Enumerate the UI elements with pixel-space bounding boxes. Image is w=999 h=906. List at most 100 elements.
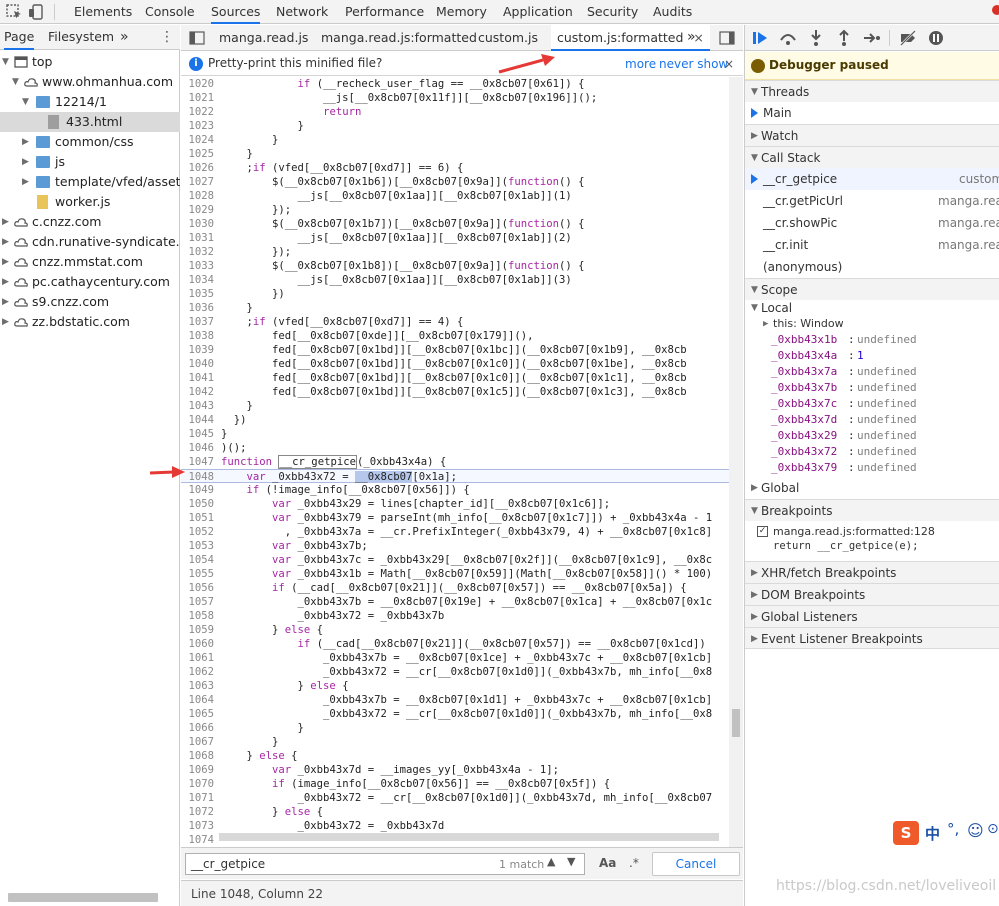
- tab-audits[interactable]: Audits: [653, 0, 692, 24]
- line-number[interactable]: 1042: [181, 385, 214, 399]
- code-line[interactable]: 1058 _0xbb43x72 = _0xbb43x7b: [181, 609, 729, 623]
- scope-variable[interactable]: _0xbb43x29: undefined: [745, 428, 999, 444]
- code-line[interactable]: 1031 __js[__0x8cb07[0x1aa]][__0x8cb07[0x…: [181, 231, 729, 245]
- call-frame[interactable]: (anonymous): [745, 256, 999, 278]
- chevron-right-icon[interactable]: ▶: [2, 252, 12, 272]
- step-over-icon[interactable]: [779, 29, 797, 47]
- line-number[interactable]: 1058: [181, 609, 214, 623]
- code-line[interactable]: 1064 _0xbb43x7b = __0x8cb07[0x1d1] + _0x…: [181, 693, 729, 707]
- line-number[interactable]: 1053: [181, 539, 214, 553]
- tab-page[interactable]: Page: [4, 25, 35, 50]
- code-line[interactable]: 1060 if (__cad[__0x8cb07[0x21]](__0x8cb0…: [181, 637, 729, 651]
- line-number[interactable]: 1026: [181, 161, 214, 175]
- code-line[interactable]: 1036 }: [181, 301, 729, 315]
- line-number[interactable]: 1034: [181, 273, 214, 287]
- line-number[interactable]: 1029: [181, 203, 214, 217]
- line-number[interactable]: 1040: [181, 357, 214, 371]
- scope-variable[interactable]: _0xbb43x7a: undefined: [745, 364, 999, 380]
- line-number[interactable]: 1061: [181, 651, 214, 665]
- scope-variable[interactable]: _0xbb43x72: undefined: [745, 444, 999, 460]
- ime-chinese-mode[interactable]: 中: [925, 823, 940, 844]
- code-line[interactable]: 1040 fed[__0x8cb07[0x1bd]][__0x8cb07[0x1…: [181, 357, 729, 371]
- section-call-stack[interactable]: ▼ Call Stack: [745, 146, 999, 168]
- chevron-down-icon[interactable]: ▼: [22, 92, 32, 112]
- code-line[interactable]: 1039 fed[__0x8cb07[0x1bd]][__0x8cb07[0x1…: [181, 343, 729, 357]
- code-line[interactable]: 1029 });: [181, 203, 729, 217]
- scope-variable[interactable]: _0xbb43x7b: undefined: [745, 380, 999, 396]
- tab-filesystem[interactable]: Filesystem: [48, 25, 114, 50]
- chevron-right-icon[interactable]: ▶: [2, 312, 12, 332]
- line-number[interactable]: 1035: [181, 287, 214, 301]
- scope-variable[interactable]: _0xbb43x79: undefined: [745, 460, 999, 476]
- section-event-listener-breakpoints[interactable]: ▶ Event Listener Breakpoints: [745, 627, 999, 649]
- file-tab[interactable]: manga.read.js:formatted: [321, 25, 477, 51]
- code-line[interactable]: 1051 var _0xbb43x79 = parseInt(mh_info[_…: [181, 511, 729, 525]
- line-number[interactable]: 1065: [181, 707, 214, 721]
- tree-item-domain[interactable]: ▶ cdn.runative-syndicate.com: [0, 232, 180, 252]
- line-number[interactable]: 1060: [181, 637, 214, 651]
- scope-variable[interactable]: _0xbb43x7d: undefined: [745, 412, 999, 428]
- deactivate-breakpoints-icon[interactable]: [899, 29, 917, 47]
- tree-item-domain[interactable]: ▶ s9.cnzz.com: [0, 292, 180, 312]
- line-number[interactable]: 1046: [181, 441, 214, 455]
- code-line[interactable]: 1061 _0xbb43x7b = __0x8cb07[0x1ce] + _0x…: [181, 651, 729, 665]
- line-number[interactable]: 1023: [181, 119, 214, 133]
- code-line[interactable]: 1053 var _0xbb43x7b;: [181, 539, 729, 553]
- code-line[interactable]: 1020 if (__recheck_user_flag == __0x8cb0…: [181, 77, 729, 91]
- code-line[interactable]: 1052 , _0xbb43x7a = __cr.PrefixInteger(_…: [181, 525, 729, 539]
- resume-icon[interactable]: [751, 29, 769, 47]
- tree-item-folder[interactable]: ▼ 12214/1: [0, 92, 180, 112]
- code-line[interactable]: 1023 }: [181, 119, 729, 133]
- code-line[interactable]: 1065 _0xbb43x72 = __cr[__0x8cb07[0x1d0]]…: [181, 707, 729, 721]
- chevron-right-icon[interactable]: ▶: [2, 272, 12, 292]
- code-line[interactable]: 1049 if (!image_info[__0x8cb07[0x56]]) {: [181, 483, 729, 497]
- line-number[interactable]: 1054: [181, 553, 214, 567]
- line-number[interactable]: 1055: [181, 567, 214, 581]
- line-number[interactable]: 1070: [181, 777, 214, 791]
- section-breakpoints[interactable]: ▼ Breakpoints: [745, 499, 999, 521]
- more-link[interactable]: more: [625, 57, 656, 71]
- code-line[interactable]: 1025 }: [181, 147, 729, 161]
- file-tab[interactable]: manga.read.js: [219, 25, 308, 51]
- code-line[interactable]: 1056 if (__cad[__0x8cb07[0x21]](__0x8cb0…: [181, 581, 729, 595]
- code-line[interactable]: 1043 }: [181, 399, 729, 413]
- code-line[interactable]: 1027 $(__0x8cb07[0x1b6])[__0x8cb07[0x9a]…: [181, 175, 729, 189]
- chevron-right-icon[interactable]: ▶: [22, 132, 32, 152]
- breakpoint-checkbox[interactable]: ✓: [757, 526, 768, 537]
- line-number[interactable]: 1057: [181, 595, 214, 609]
- line-number[interactable]: 1066: [181, 721, 214, 735]
- tab-security[interactable]: Security: [587, 0, 638, 24]
- line-number[interactable]: 1059: [181, 623, 214, 637]
- tree-item-folder[interactable]: ▶ js: [0, 152, 180, 172]
- line-number[interactable]: 1056: [181, 581, 214, 595]
- ime-toolbar[interactable]: S 中 °, ☺ ⊙: [893, 820, 999, 846]
- call-frame[interactable]: __cr.getPicUrl manga.read.js:formatted:12…: [745, 190, 999, 212]
- code-line[interactable]: 1045}: [181, 427, 729, 441]
- code-line[interactable]: 1028 __js[__0x8cb07[0x1aa]][__0x8cb07[0x…: [181, 189, 729, 203]
- chevron-right-icon[interactable]: ▶: [22, 152, 32, 172]
- code-line[interactable]: 1038 fed[__0x8cb07[0xde]][__0x8cb07[0x17…: [181, 329, 729, 343]
- code-line[interactable]: 1067 }: [181, 735, 729, 749]
- tree-item-file-selected[interactable]: 433.html: [0, 112, 180, 132]
- scope-global[interactable]: ▶ Global: [745, 477, 999, 499]
- line-number[interactable]: 1068: [181, 749, 214, 763]
- line-number[interactable]: 1072: [181, 805, 214, 819]
- line-number[interactable]: 1038: [181, 329, 214, 343]
- code-line[interactable]: 1042 fed[__0x8cb07[0x1bd]][__0x8cb07[0x1…: [181, 385, 729, 399]
- more-tabs-button[interactable]: »: [687, 25, 696, 51]
- call-frame[interactable]: __cr.init manga.read.js:formatted:21: [745, 234, 999, 256]
- vertical-scrollbar[interactable]: [729, 77, 743, 857]
- line-number[interactable]: 1067: [181, 735, 214, 749]
- line-number[interactable]: 1045: [181, 427, 214, 441]
- horizontal-scrollbar[interactable]: [8, 893, 158, 902]
- code-editor[interactable]: 1020 if (__recheck_user_flag == __0x8cb0…: [181, 77, 729, 857]
- code-line[interactable]: 1024 }: [181, 133, 729, 147]
- prev-match-icon[interactable]: ▲: [547, 855, 555, 868]
- scrollbar-thumb[interactable]: [732, 709, 740, 737]
- never-show-link[interactable]: never show: [659, 57, 728, 71]
- line-number[interactable]: 1037: [181, 315, 214, 329]
- step-icon[interactable]: [863, 29, 881, 47]
- thread-main[interactable]: Main: [745, 102, 999, 124]
- ime-extra-icon[interactable]: ⊙: [987, 821, 999, 837]
- tab-performance[interactable]: Performance: [345, 0, 424, 24]
